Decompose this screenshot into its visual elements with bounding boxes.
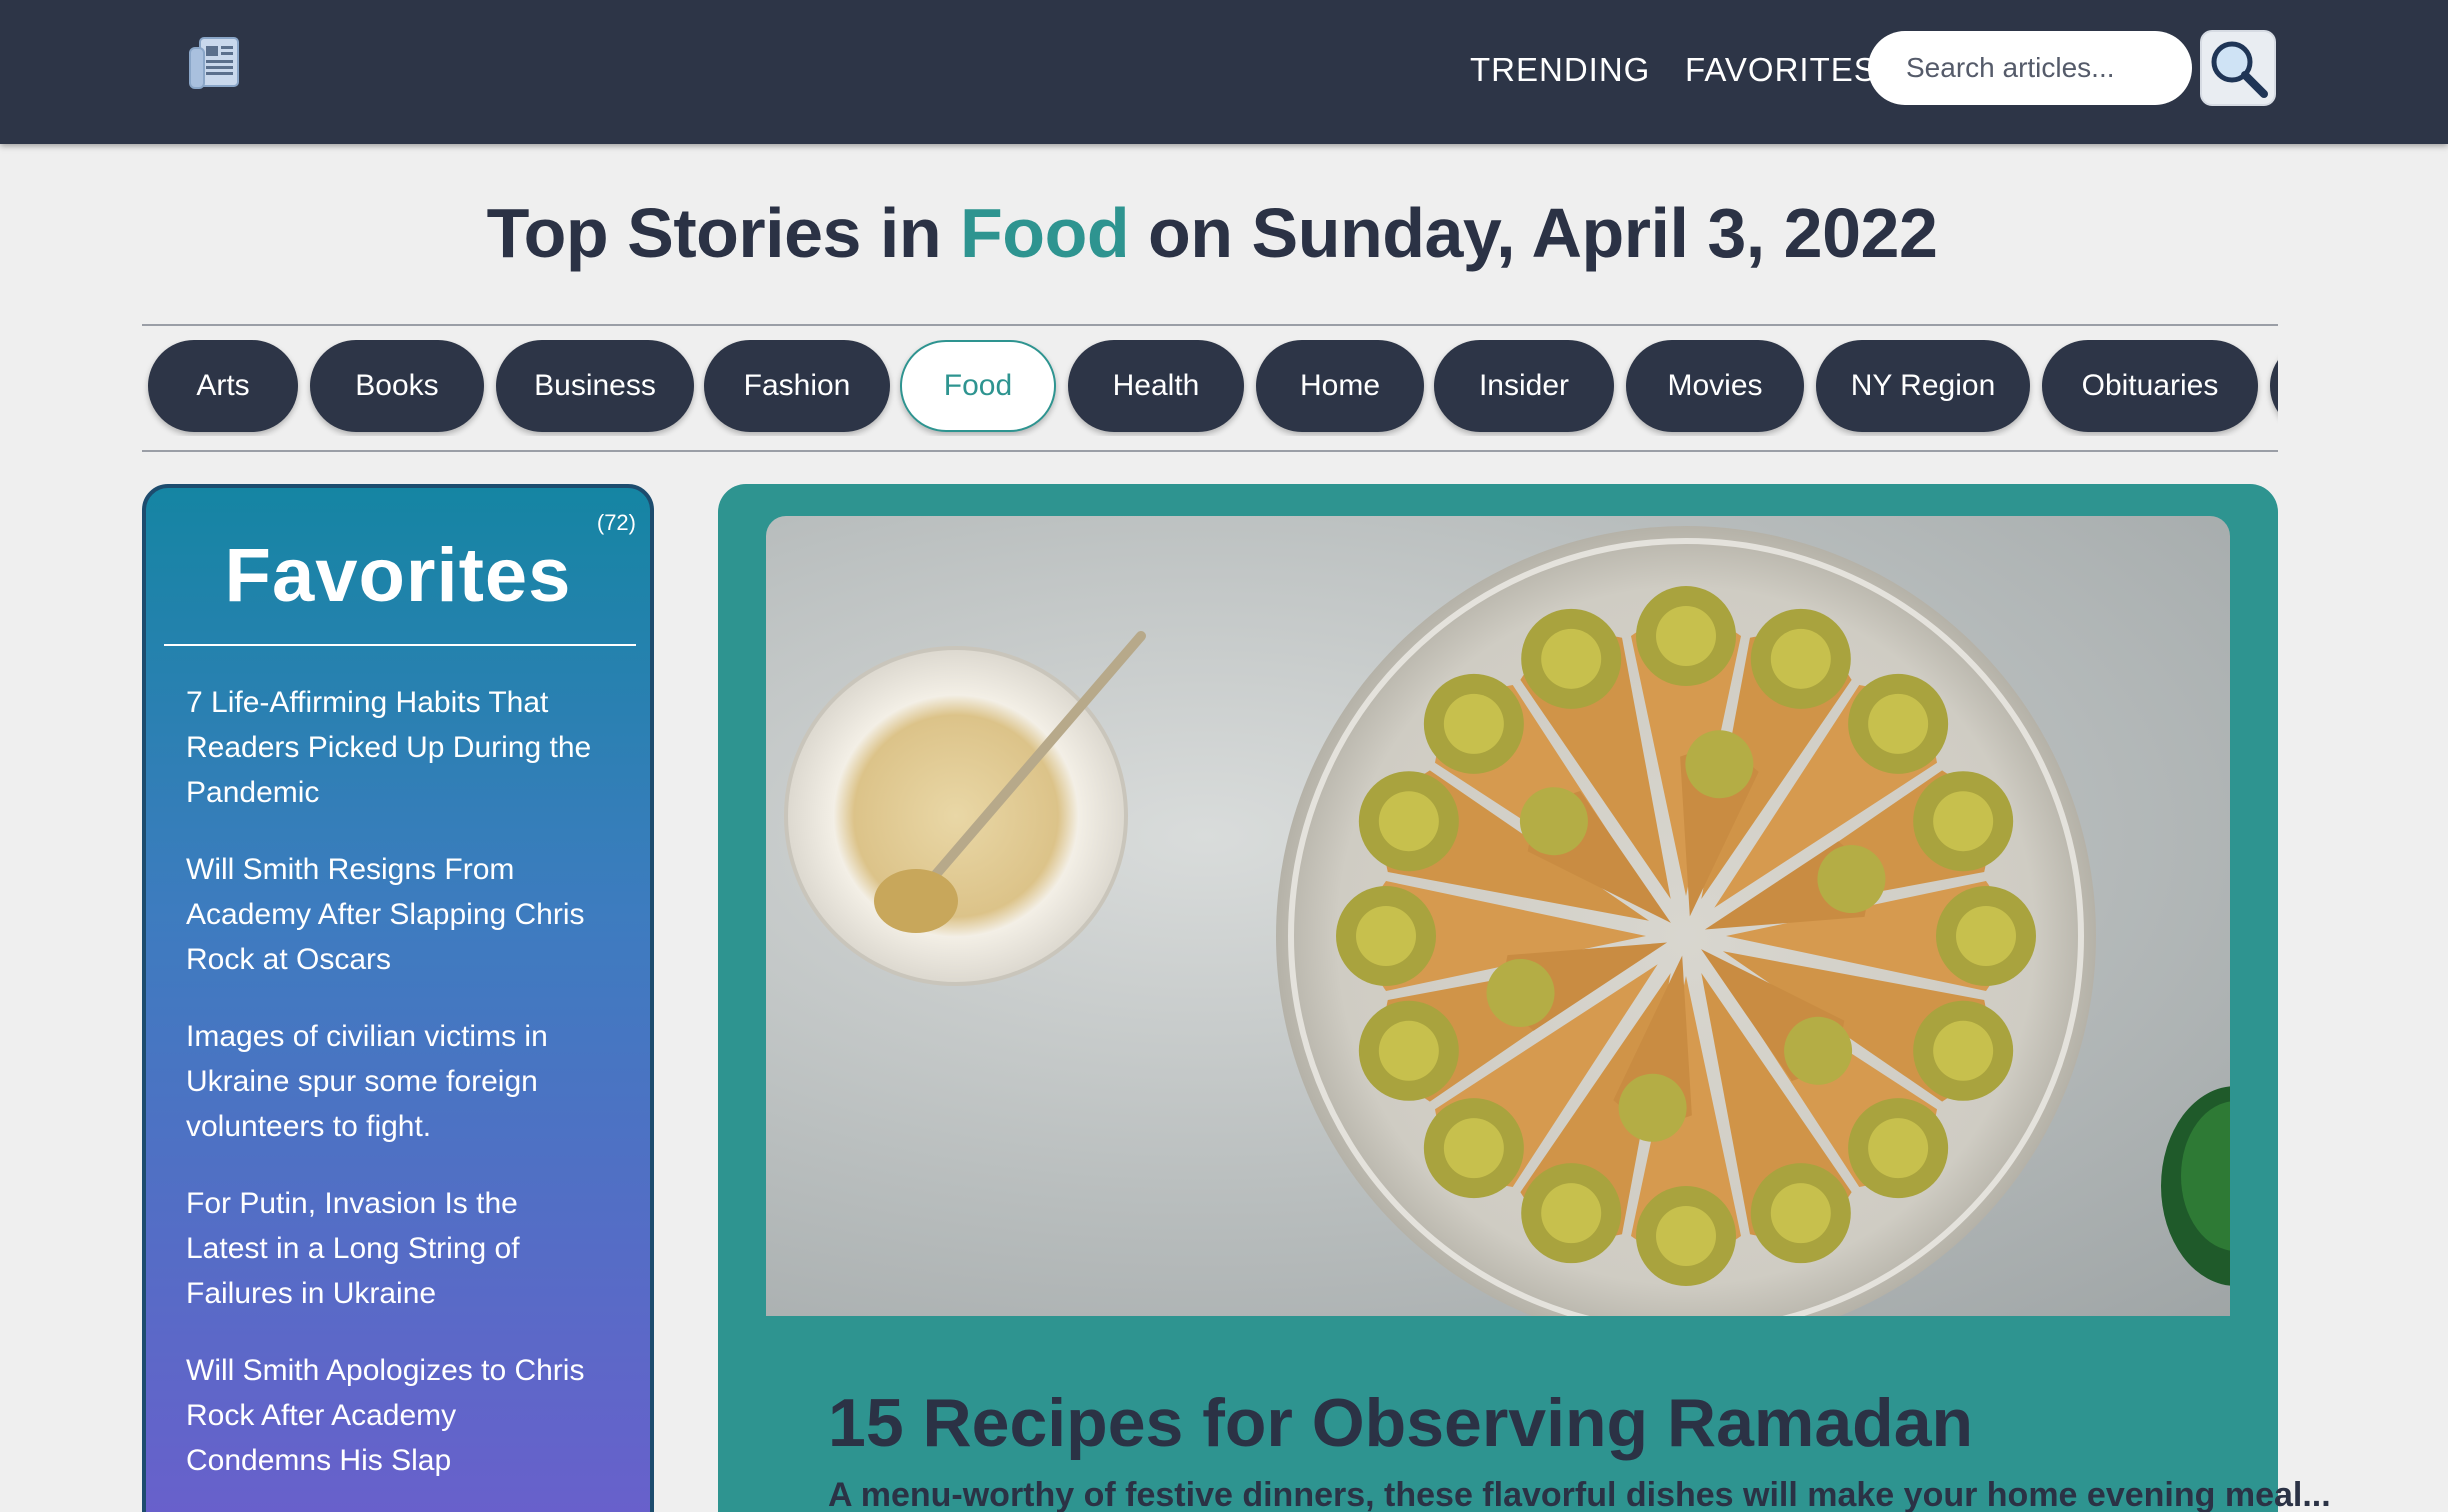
divider [142,450,2278,452]
category-obituaries[interactable]: Obituaries [2042,340,2258,432]
favorites-list: 7 Life-Affirming Habits That Readers Pic… [186,680,606,1512]
article-title[interactable]: 15 Recipes for Observing Ramadan [828,1384,1973,1462]
title-prefix: Top Stories in [486,194,961,272]
newspaper-icon[interactable] [186,36,242,92]
favorite-item[interactable]: Will Smith Apologizes to Chris Rock Afte… [186,1348,606,1483]
category-health[interactable]: Health [1068,340,1244,432]
category-arts[interactable]: Arts [148,340,298,432]
favorite-item[interactable]: For Putin, Invasion Is the Latest in a L… [186,1181,606,1316]
nav-favorites[interactable]: FAVORITES [1685,48,1877,92]
category-movies[interactable]: Movies [1626,340,1804,432]
search-button[interactable] [2200,30,2276,106]
favorite-item[interactable]: 7 Life-Affirming Habits That Readers Pic… [186,680,606,815]
title-section: Food [960,194,1130,272]
category-more[interactable] [2270,340,2278,432]
favorite-item[interactable]: Will Smith Resigns From Academy After Sl… [186,847,606,982]
magnifier-icon [2211,41,2268,98]
category-fashion[interactable]: Fashion [704,340,890,432]
category-ny-region[interactable]: NY Region [1816,340,2030,432]
article-summary: A menu-worthy of festive dinners, these … [828,1476,2331,1512]
category-books[interactable]: Books [310,340,484,432]
top-navbar: TRENDING FAVORITES [0,0,2448,144]
page-title: Top Stories in Food on Sunday, April 3, … [0,193,2424,273]
favorites-panel: (72) Favorites 7 Life-Affirming Habits T… [142,484,654,1512]
category-home[interactable]: Home [1256,340,1424,432]
title-suffix: on Sunday, April 3, 2022 [1129,194,1938,272]
food-photo [784,526,2230,1316]
category-bar: Arts Books Business Fashion Food Health … [142,340,2278,436]
divider [164,644,636,646]
category-insider[interactable]: Insider [1434,340,1614,432]
feature-article: 15 Recipes for Observing Ramadan A menu-… [718,484,2331,1512]
favorite-item[interactable]: Images of civilian victims in Ukraine sp… [186,1014,606,1149]
category-business[interactable]: Business [496,340,694,432]
category-food[interactable]: Food [900,340,1056,432]
search-input[interactable] [1868,31,2192,105]
article-image[interactable] [766,516,2230,1316]
nav-trending[interactable]: TRENDING [1470,48,1650,92]
favorites-title: Favorites [224,533,572,618]
divider [142,324,2278,326]
